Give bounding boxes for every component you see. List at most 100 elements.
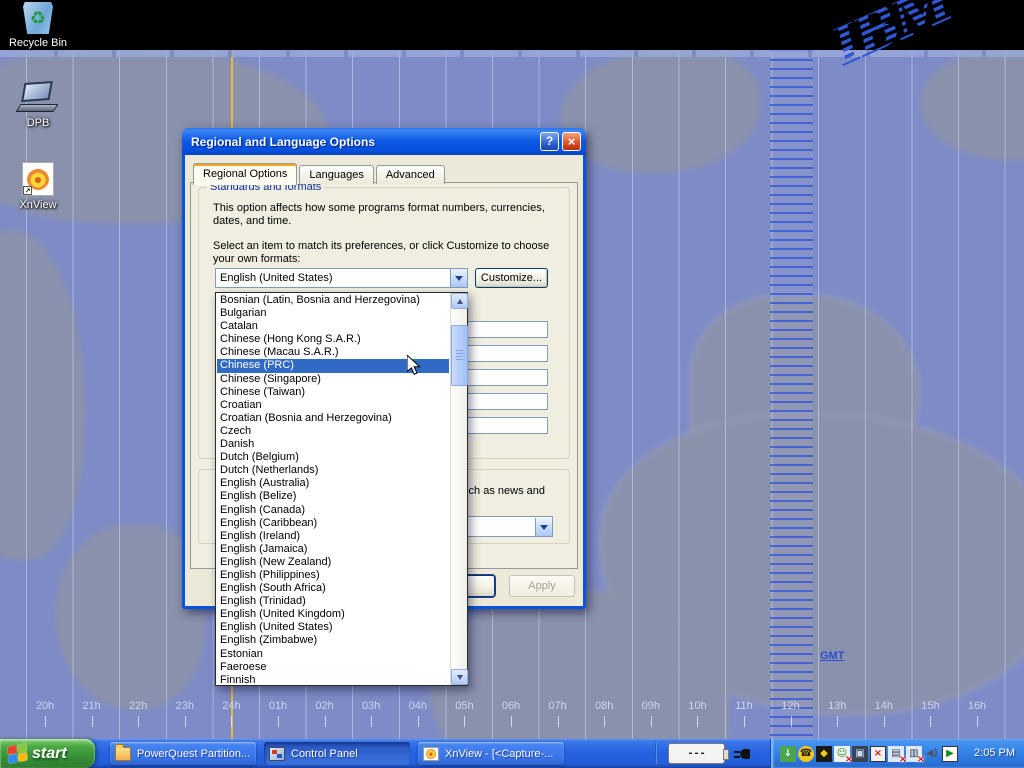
timezone-label: 08h — [595, 700, 613, 712]
tab-languages[interactable]: Languages — [299, 165, 373, 184]
language-option[interactable]: Bosnian (Latin, Bosnia and Herzegovina) — [217, 294, 449, 307]
chevron-down-icon — [540, 525, 548, 534]
language-option[interactable]: English (Canada) — [217, 504, 449, 517]
timezone-label: 04h — [409, 700, 427, 712]
timezone-tick — [92, 716, 93, 727]
desktop-icon-recycle-bin[interactable]: ♻ Recycle Bin — [0, 2, 76, 49]
language-option[interactable]: Catalan — [217, 320, 449, 333]
language-option[interactable]: Chinese (Taiwan) — [217, 386, 449, 399]
dialog-titlebar[interactable]: Regional and Language Options ? × — [182, 128, 586, 155]
timezone-tick — [231, 716, 232, 727]
timezone-label: 23h — [176, 700, 194, 712]
taskbar-button-label: PowerQuest Partition... — [137, 748, 250, 760]
wireless-disconnected-icon[interactable]: ▥× — [906, 746, 922, 762]
control-panel-icon — [269, 747, 285, 761]
desktop-icon-xnview[interactable]: ↗ XnView — [0, 162, 76, 211]
dropdown-scrollbar[interactable] — [450, 293, 467, 685]
timezone-tick — [371, 716, 372, 727]
chevron-up-icon — [457, 296, 463, 304]
dialup-phone-icon[interactable]: ☎ — [798, 746, 814, 762]
language-option[interactable]: Dutch (Netherlands) — [217, 464, 449, 477]
help-button[interactable]: ? — [540, 132, 559, 151]
ime-language-icon[interactable]: ▶ — [942, 746, 958, 762]
standards-description: This option affects how some programs fo… — [213, 202, 561, 228]
language-option[interactable]: Danish — [217, 438, 449, 451]
timezone-tick — [651, 716, 652, 727]
language-option[interactable]: English (South Africa) — [217, 582, 449, 595]
battery-meter-icon[interactable]: ◆ — [816, 746, 832, 762]
language-option[interactable]: English (Caribbean) — [217, 517, 449, 530]
language-option[interactable]: Croatian — [217, 399, 449, 412]
timezone-tick — [511, 716, 512, 727]
location-text-fragment: uch as news and — [462, 485, 545, 498]
timezone-tick — [558, 716, 559, 727]
language-option[interactable]: Bulgarian — [217, 307, 449, 320]
desktop-icon-label: Recycle Bin — [0, 37, 76, 49]
standards-instruction: Select an item to match its preferences,… — [213, 240, 565, 266]
timezone-tick — [418, 716, 419, 727]
scrollbar-thumb[interactable] — [451, 325, 468, 386]
customize-button[interactable]: Customize... — [475, 268, 548, 288]
dialog-title: Regional and Language Options — [191, 135, 537, 149]
taskbar-button[interactable]: Control Panel — [264, 742, 410, 765]
timezone-tick — [791, 716, 792, 727]
timezone-tick — [977, 716, 978, 727]
language-option[interactable]: Dutch (Belgium) — [217, 451, 449, 464]
language-option[interactable]: English (Belize) — [217, 490, 449, 503]
close-button[interactable]: × — [562, 132, 581, 151]
language-option[interactable]: Czech — [217, 425, 449, 438]
language-option[interactable]: English (Philippines) — [217, 569, 449, 582]
start-button[interactable]: start — [0, 739, 95, 768]
language-option[interactable]: English (United Kingdom) — [217, 608, 449, 621]
scroll-down-button[interactable] — [451, 669, 468, 685]
language-option[interactable]: Finnish — [217, 674, 449, 684]
language-option[interactable]: Faeroese — [217, 661, 449, 674]
timezone-label: 03h — [362, 700, 380, 712]
messenger-offline-icon[interactable]: ☺× — [834, 746, 850, 762]
language-option[interactable]: Croatian (Bosnia and Herzegovina) — [217, 412, 449, 425]
language-options: Bosnian (Latin, Bosnia and Herzegovina)B… — [217, 294, 449, 684]
language-option[interactable]: English (Jamaica) — [217, 543, 449, 556]
taskbar-button[interactable]: XnView - [<Capture-... — [418, 742, 564, 765]
scroll-up-button[interactable] — [451, 293, 468, 309]
taskbar-buttons: PowerQuest Partition... Control Panel XnVi… — [110, 742, 564, 765]
timezone-label: 12h — [781, 700, 799, 712]
format-combobox[interactable]: English (United States) — [215, 268, 468, 288]
taskbar-button[interactable]: PowerQuest Partition... — [110, 742, 256, 765]
shortcut-arrow-icon: ↗ — [23, 186, 32, 195]
xnview-icon — [423, 747, 439, 761]
tab-advanced[interactable]: Advanced — [376, 165, 445, 184]
language-option[interactable]: English (Zimbabwe) — [217, 634, 449, 647]
language-option[interactable]: English (New Zealand) — [217, 556, 449, 569]
network-disconnected-icon[interactable]: ▤× — [888, 746, 904, 762]
folder-icon — [115, 747, 131, 761]
timezone-scale: 20h21h22h23h24h01h02h03h04h05h06h07h08h0… — [0, 700, 1024, 739]
desktop-icon-dpb[interactable]: DPB — [0, 82, 76, 129]
thinkpad-utility-icon[interactable]: ↓ — [780, 746, 796, 762]
language-option[interactable]: English (Trinidad) — [217, 595, 449, 608]
timezone-tick — [464, 716, 465, 727]
mouse-cursor — [407, 355, 421, 381]
language-option[interactable]: English (United States) — [217, 621, 449, 634]
combobox-dropdown-button[interactable] — [535, 518, 552, 536]
lan-status-icon[interactable]: ▣ — [852, 746, 868, 762]
timezone-tick — [604, 716, 605, 727]
combobox-dropdown-button[interactable] — [450, 269, 467, 287]
language-option[interactable]: English (Ireland) — [217, 530, 449, 543]
timezone-label: 07h — [548, 700, 566, 712]
apply-button[interactable]: Apply — [509, 575, 575, 597]
timezone-tick — [325, 716, 326, 727]
volume-icon[interactable]: ◀) — [924, 746, 940, 762]
language-option[interactable]: Chinese (Hong Kong S.A.R.) — [217, 333, 449, 346]
timezone-label: 05h — [455, 700, 473, 712]
tab-regional-options[interactable]: Regional Options — [193, 163, 297, 185]
taskbar-button-label: Control Panel — [291, 748, 358, 760]
display-adapter-icon[interactable]: × — [870, 746, 886, 762]
language-option[interactable]: English (Australia) — [217, 477, 449, 490]
timezone-label: 13h — [828, 700, 846, 712]
timezone-label: 11h — [735, 700, 753, 712]
chevron-down-icon — [455, 276, 463, 285]
language-option[interactable]: Estonian — [217, 648, 449, 661]
timezone-tick — [138, 716, 139, 727]
start-button-label: start — [32, 745, 67, 763]
